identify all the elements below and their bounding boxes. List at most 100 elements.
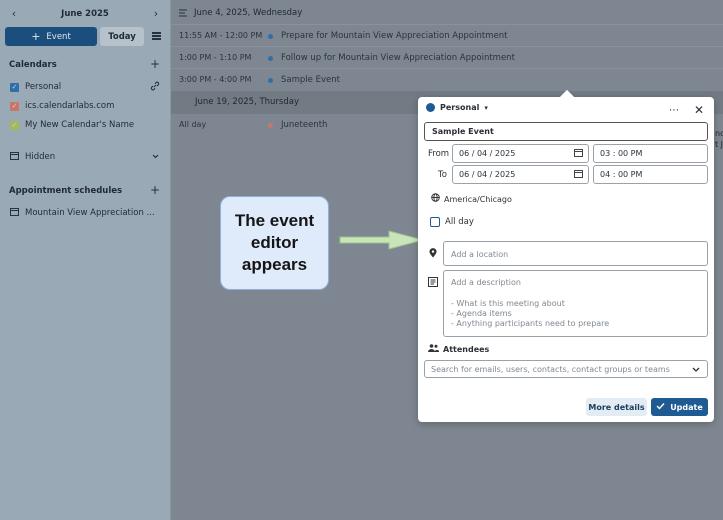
calendar-color-dot bbox=[426, 103, 435, 112]
calendar-color-dot bbox=[268, 56, 273, 61]
to-date-input[interactable]: 06 / 04 / 2025 bbox=[452, 165, 589, 184]
event-title: Follow up for Mountain View Appreciation… bbox=[281, 53, 515, 63]
calendar-icon[interactable] bbox=[574, 148, 583, 160]
calendar-item-my-new-calendar[interactable]: ✓ My New Calendar's Name bbox=[10, 119, 134, 131]
to-label: To bbox=[438, 170, 447, 180]
description-placeholder: Add a description bbox=[451, 278, 521, 287]
from-label: From bbox=[428, 149, 450, 159]
checkbox-icon[interactable] bbox=[430, 217, 440, 227]
caret-down-icon: ▾ bbox=[484, 103, 488, 112]
calendar-label: Personal bbox=[25, 82, 62, 92]
event-editor-popup: Personal ▾ ⋯ ✕ Sample Event From 06 / 04… bbox=[418, 89, 714, 422]
day-header-date: June 4, 2025, Wednesday bbox=[194, 7, 303, 18]
to-time-value: 04 : 00 PM bbox=[600, 170, 643, 179]
location-pin-icon bbox=[429, 248, 437, 261]
update-label: Update bbox=[670, 402, 703, 412]
list-icon bbox=[179, 9, 189, 20]
checkmark-icon bbox=[656, 402, 665, 412]
chevron-down-icon[interactable] bbox=[151, 152, 160, 164]
checkbox-checked-icon[interactable]: ✓ bbox=[10, 120, 19, 130]
update-button[interactable]: Update bbox=[651, 398, 708, 416]
attendees-search-input[interactable]: Search for emails, users, contacts, cont… bbox=[424, 360, 708, 378]
calendars-heading: Calendars bbox=[9, 60, 57, 70]
clipped-text: nd t J bbox=[715, 128, 723, 150]
event-time: All day bbox=[179, 120, 207, 129]
calendar-icon[interactable] bbox=[574, 169, 583, 181]
calendar-icon bbox=[10, 207, 19, 219]
calendar-label: ics.calendarlabs.com bbox=[25, 101, 115, 111]
location-input[interactable]: Add a location bbox=[443, 241, 708, 266]
checkbox-checked-icon[interactable]: ✓ bbox=[10, 82, 19, 92]
plus-icon: + bbox=[31, 30, 41, 43]
day-header-date: June 19, 2025, Thursday bbox=[195, 97, 299, 107]
month-title[interactable]: June 2025 bbox=[40, 9, 130, 19]
next-month-button[interactable]: › bbox=[149, 7, 163, 20]
location-placeholder: Add a location bbox=[451, 250, 509, 259]
globe-icon bbox=[431, 193, 440, 205]
from-date-value: 06 / 04 / 2025 bbox=[459, 149, 516, 158]
close-icon[interactable]: ✕ bbox=[694, 103, 704, 117]
event-row[interactable]: 1:00 PM - 1:10 PM Follow up for Mountain… bbox=[171, 46, 723, 68]
timezone-selector[interactable]: America/Chicago bbox=[431, 193, 512, 205]
arrow-right-icon bbox=[339, 230, 425, 250]
day-header: June 4, 2025, Wednesday bbox=[171, 1, 723, 24]
sidebar: ‹ June 2025 › + Event Today Calendars + … bbox=[0, 0, 171, 520]
new-event-label: Event bbox=[46, 31, 71, 42]
hidden-calendars-toggle[interactable]: Hidden bbox=[10, 151, 55, 163]
checkbox-checked-icon[interactable]: ✓ bbox=[10, 101, 19, 111]
to-time-input[interactable]: 04 : 00 PM bbox=[593, 165, 708, 184]
hidden-label: Hidden bbox=[25, 152, 56, 162]
event-time: 11:55 AM - 12:00 PM bbox=[179, 31, 263, 40]
event-time: 1:00 PM - 1:10 PM bbox=[179, 53, 252, 62]
all-day-label: All day bbox=[445, 217, 474, 227]
description-hint: - Agenda items bbox=[451, 309, 512, 318]
today-button[interactable]: Today bbox=[100, 27, 144, 46]
new-event-button[interactable]: + Event bbox=[5, 27, 97, 46]
appointment-schedules-heading: Appointment schedules bbox=[9, 186, 123, 196]
link-icon[interactable] bbox=[150, 81, 160, 94]
event-title-input[interactable]: Sample Event bbox=[424, 122, 708, 141]
appointment-item[interactable]: Mountain View Appreciation ... bbox=[10, 207, 155, 219]
description-textarea[interactable]: Add a description - What is this meeting… bbox=[443, 270, 708, 337]
event-title: Prepare for Mountain View Appreciation A… bbox=[281, 31, 508, 41]
view-switcher-icon[interactable] bbox=[149, 29, 163, 43]
from-time-input[interactable]: 03 : 00 PM bbox=[593, 144, 708, 163]
add-appointment-button[interactable]: + bbox=[150, 183, 160, 197]
more-details-button[interactable]: More details bbox=[586, 398, 647, 416]
all-day-checkbox[interactable]: All day bbox=[430, 217, 474, 227]
event-title: Sample Event bbox=[281, 75, 340, 85]
to-date-value: 06 / 04 / 2025 bbox=[459, 170, 516, 179]
clipped-text-line: t J bbox=[715, 140, 723, 149]
add-calendar-button[interactable]: + bbox=[150, 57, 160, 71]
calendar-color-dot bbox=[268, 34, 273, 39]
people-icon bbox=[428, 344, 439, 355]
from-time-value: 03 : 00 PM bbox=[600, 149, 643, 158]
calendar-select-label: Personal bbox=[440, 103, 480, 112]
from-date-input[interactable]: 06 / 04 / 2025 bbox=[452, 144, 589, 163]
event-title-value: Sample Event bbox=[432, 127, 494, 136]
attendees-placeholder: Search for emails, users, contacts, cont… bbox=[431, 365, 670, 374]
event-title: Juneteenth bbox=[281, 120, 328, 130]
chevron-down-icon[interactable] bbox=[691, 365, 701, 377]
description-icon bbox=[428, 277, 438, 290]
event-row[interactable]: 11:55 AM - 12:00 PM Prepare for Mountain… bbox=[171, 24, 723, 46]
calendar-item-personal[interactable]: ✓ Personal bbox=[10, 81, 61, 93]
description-hint: - What is this meeting about bbox=[451, 299, 565, 308]
month-navigator: ‹ June 2025 › bbox=[0, 7, 171, 23]
calendar-color-dot bbox=[268, 78, 273, 83]
calendar-item-ics[interactable]: ✓ ics.calendarlabs.com bbox=[10, 100, 114, 112]
calendar-label: My New Calendar's Name bbox=[25, 120, 135, 130]
attendees-heading: Attendees bbox=[428, 344, 489, 355]
appointment-label: Mountain View Appreciation ... bbox=[25, 208, 155, 218]
more-options-icon[interactable]: ⋯ bbox=[669, 105, 680, 116]
calendar-color-dot bbox=[268, 123, 273, 128]
tutorial-callout: The event editor appears bbox=[220, 196, 329, 290]
calendar-select[interactable]: Personal ▾ bbox=[426, 103, 488, 112]
clipped-text-line: nd bbox=[715, 129, 723, 138]
prev-month-button[interactable]: ‹ bbox=[7, 7, 21, 20]
calendar-icon bbox=[10, 151, 19, 163]
description-hint: - Anything participants need to prepare bbox=[451, 319, 610, 328]
timezone-value: America/Chicago bbox=[444, 194, 512, 204]
event-time: 3:00 PM - 4:00 PM bbox=[179, 75, 252, 84]
event-row[interactable]: 3:00 PM - 4:00 PM Sample Event bbox=[171, 68, 723, 90]
